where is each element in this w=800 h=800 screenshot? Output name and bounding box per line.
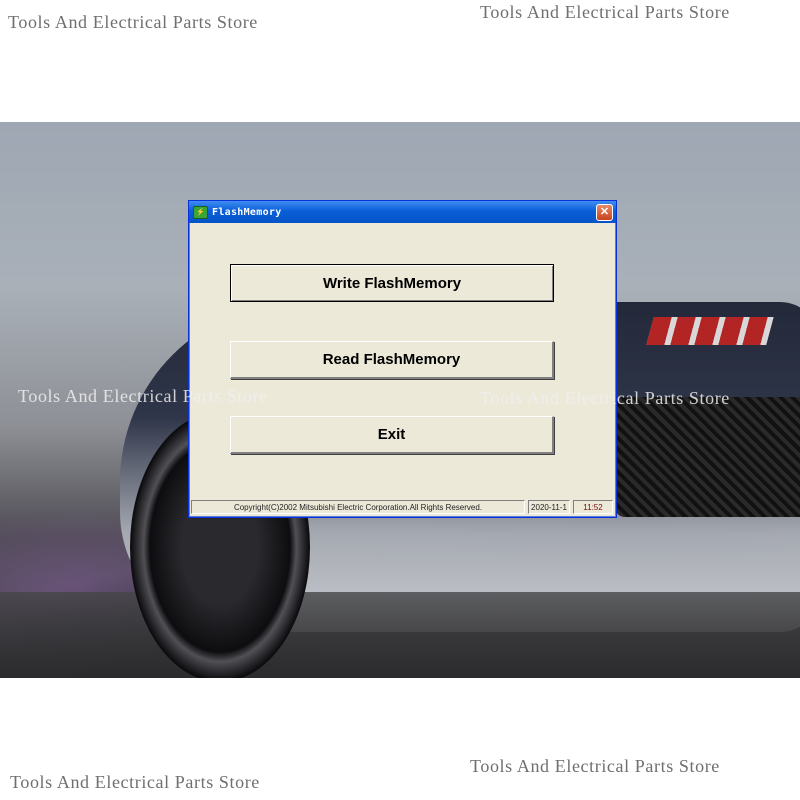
window-title: FlashMemory (212, 206, 282, 218)
write-flashmemory-button[interactable]: Write FlashMemory (230, 264, 554, 302)
car-stripe (646, 317, 774, 345)
status-bar: Copyright(C)2002 Mitsubishi Electric Cor… (189, 497, 616, 517)
ground (0, 592, 800, 678)
copyright-text: Copyright(C)2002 Mitsubishi Electric Cor… (191, 500, 525, 514)
status-date: 2020-11-1 (528, 500, 570, 514)
status-time: 11:52 (573, 500, 613, 514)
close-button[interactable]: ✕ (596, 204, 613, 221)
watermark-text: Tools And Electrical Parts Store (470, 756, 720, 776)
exit-button[interactable]: Exit (230, 416, 554, 454)
watermark-text: Tools And Electrical Parts Store (18, 386, 268, 406)
read-flashmemory-button[interactable]: Read FlashMemory (230, 341, 554, 379)
watermark-text: Tools And Electrical Parts Store (10, 772, 260, 792)
watermark-text: Tools And Electrical Parts Store (480, 388, 730, 408)
flashmemory-dialog: ⚡ FlashMemory ✕ Write FlashMemory Read F… (188, 200, 617, 518)
watermark-text: Tools And Electrical Parts Store (480, 2, 730, 22)
car-grille (615, 397, 800, 517)
flash-app-icon: ⚡ (193, 205, 208, 219)
watermark-text: Tools And Electrical Parts Store (8, 12, 258, 32)
title-bar[interactable]: ⚡ FlashMemory ✕ (189, 201, 616, 223)
